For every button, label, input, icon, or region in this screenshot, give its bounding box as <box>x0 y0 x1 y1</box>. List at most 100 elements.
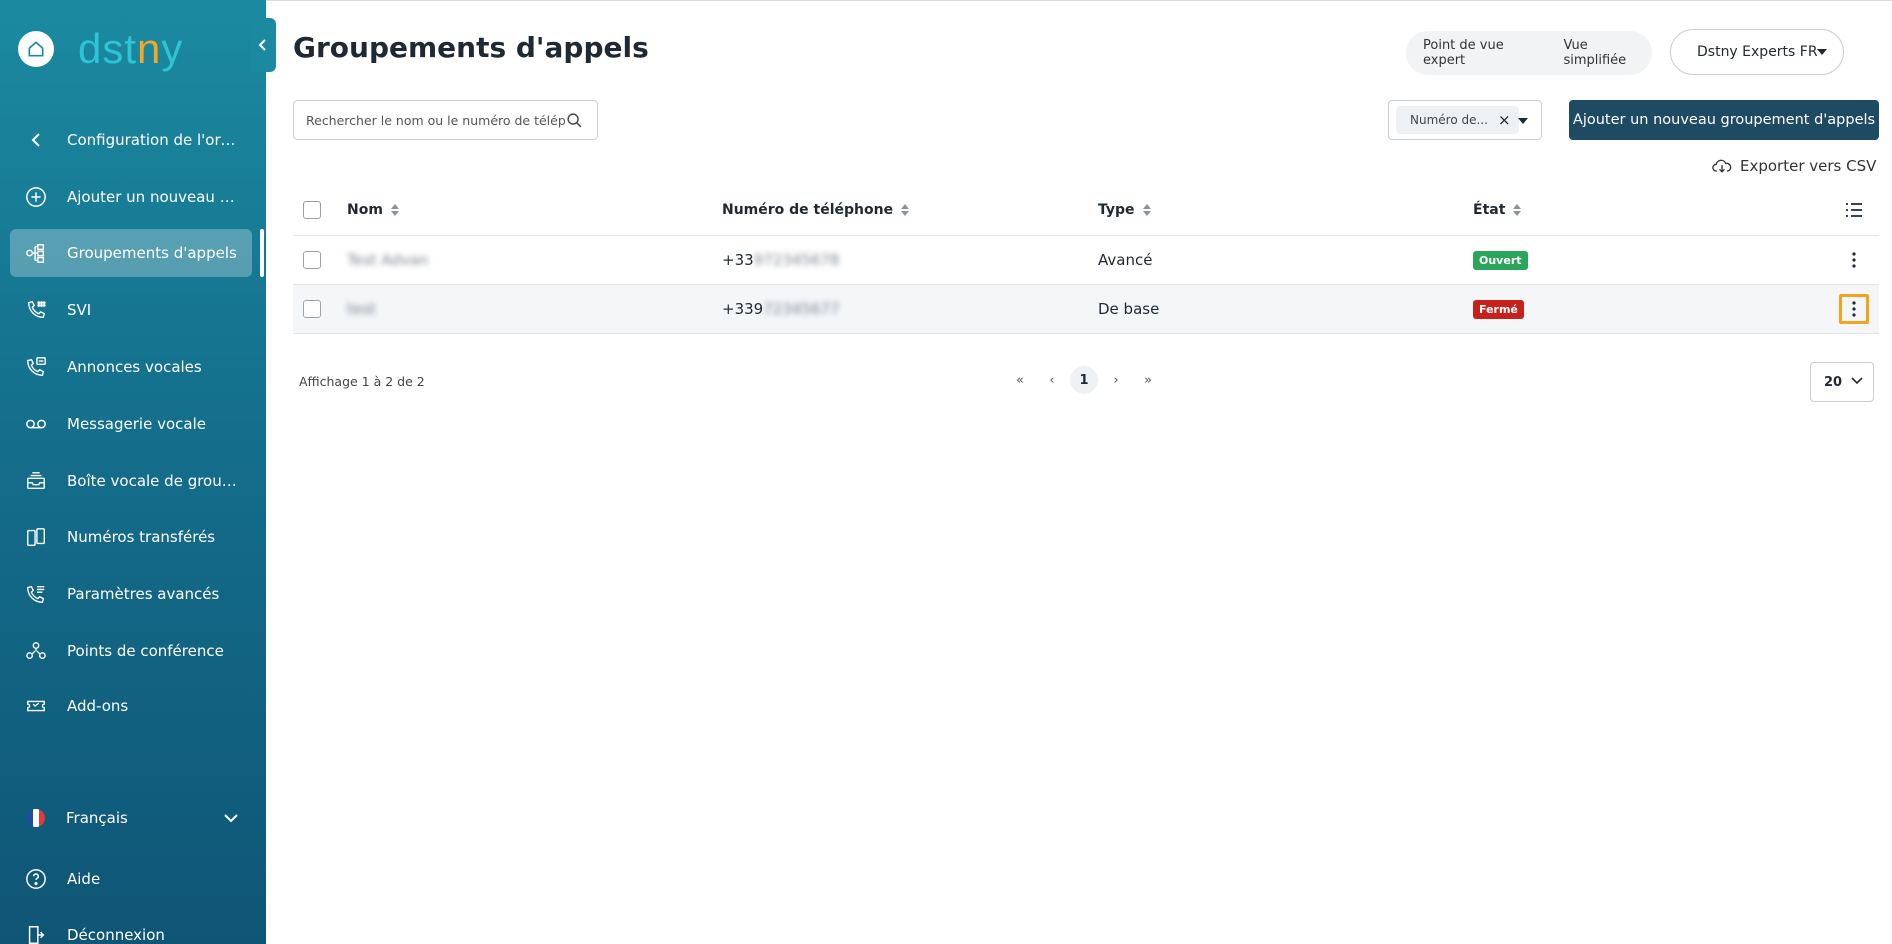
row-type: De base <box>1098 300 1160 318</box>
sidebar-item-voicemail[interactable]: Messagerie vocale <box>10 400 252 448</box>
phone-filter-select[interactable]: Numéro de... × <box>1388 100 1542 140</box>
row-actions-button-highlighted[interactable] <box>1839 294 1869 324</box>
row-type: Avancé <box>1098 251 1153 269</box>
list-settings-icon <box>1846 203 1862 217</box>
main-content: Groupements d'appels Point de vue expert… <box>266 0 1892 944</box>
logo-row: dstny <box>18 28 183 70</box>
sidebar-item-label: Numéros transférés <box>67 528 216 546</box>
caret-down-icon <box>1817 49 1827 55</box>
sort-icon <box>390 204 399 216</box>
page-1-button[interactable]: 1 <box>1070 366 1098 394</box>
sidebar-item-label: Points de conférence <box>67 642 224 660</box>
export-csv-label: Exporter vers CSV <box>1740 157 1877 175</box>
language-label: Français <box>66 809 128 827</box>
sidebar-item-advanced-settings[interactable]: Paramètres avancés <box>10 570 252 618</box>
transferred-numbers-icon <box>27 528 45 546</box>
organization-name: Dstny Experts FR <box>1697 44 1818 60</box>
column-header-type[interactable]: Type <box>1098 202 1151 218</box>
next-page-button[interactable]: › <box>1102 366 1130 394</box>
ivr-phone-icon <box>27 300 46 319</box>
sidebar-item-label: Configuration de l'org... <box>67 131 237 149</box>
search-input[interactable] <box>306 112 566 128</box>
status-badge: Ouvert <box>1473 250 1528 270</box>
language-selector[interactable]: Français <box>10 794 252 842</box>
filter-chip-label: Numéro de... <box>1410 113 1488 127</box>
filter-chip: Numéro de... × <box>1396 106 1519 134</box>
column-settings-button[interactable] <box>1839 195 1869 225</box>
chevron-left-icon <box>31 133 40 147</box>
view-mode-toggle: Point de vue expert Vue simplifiée <box>1406 31 1652 75</box>
sidebar-item-label: Ajouter un nouveau cli... <box>67 188 237 206</box>
sidebar-item-svi[interactable]: SVI <box>10 286 252 334</box>
row-phone-hidden: 72345677 <box>763 300 840 318</box>
active-indicator <box>260 229 264 277</box>
last-page-button[interactable]: » <box>1134 366 1162 394</box>
close-icon[interactable]: × <box>1498 111 1511 129</box>
row-actions-button[interactable] <box>1839 245 1869 275</box>
pagination: « ‹ 1 › » <box>1006 366 1162 394</box>
home-icon <box>28 41 44 57</box>
sidebar-item-label: Paramètres avancés <box>67 585 220 603</box>
call-groups-table: Nom Numéro de téléphone Type État Test A… <box>293 185 1879 334</box>
sidebar-item-label: Annonces vocales <box>67 358 202 376</box>
plus-circle-icon <box>26 187 46 207</box>
more-vertical-icon <box>1852 252 1856 268</box>
column-header-label: Type <box>1098 202 1135 218</box>
organization-select[interactable]: Dstny Experts FR <box>1670 29 1844 75</box>
sidebar-item-label: SVI <box>67 301 92 319</box>
row-checkbox[interactable] <box>303 300 321 318</box>
advanced-settings-icon <box>27 585 45 603</box>
first-page-button[interactable]: « <box>1006 366 1034 394</box>
conference-icon <box>26 642 46 660</box>
sidebar-item-label: Groupements d'appels <box>67 244 237 262</box>
prev-page-button[interactable]: ‹ <box>1038 366 1066 394</box>
search-box <box>293 100 598 140</box>
sidebar-item-logout[interactable]: Déconnexion <box>10 911 252 944</box>
sidebar-item-addons[interactable]: Add-ons <box>10 682 252 730</box>
search-icon[interactable] <box>566 112 583 129</box>
pagination-info: Affichage 1 à 2 de 2 <box>299 374 425 389</box>
france-flag-icon <box>27 809 45 827</box>
row-phone-prefix: +339 <box>722 300 764 318</box>
view-simple-option[interactable]: Vue simplifiée <box>1546 38 1652 68</box>
sidebar-item-conference-points[interactable]: Points de conférence <box>10 627 252 675</box>
row-name: Test Advan <box>347 251 429 269</box>
export-csv-button[interactable]: Exporter vers CSV <box>1712 157 1876 175</box>
row-phone-hidden: 972345678 <box>753 251 840 269</box>
add-call-group-button[interactable]: Ajouter un nouveau groupement d'appels <box>1569 100 1879 140</box>
help-icon <box>26 869 46 889</box>
sidebar-item-voice-announcements[interactable]: Annonces vocales <box>10 343 252 391</box>
rows-per-page-value: 20 <box>1824 374 1843 390</box>
more-vertical-icon <box>1852 301 1856 317</box>
addons-ticket-icon <box>27 700 45 712</box>
select-all-checkbox[interactable] <box>303 201 321 219</box>
sidebar-item-group-mailbox[interactable]: Boîte vocale de groupe <box>10 457 252 505</box>
table-row[interactable]: test +339 72345677 De base Fermé <box>293 285 1879 334</box>
column-header-phone[interactable]: Numéro de téléphone <box>722 202 910 218</box>
table-row[interactable]: Test Advan +33 972345678 Avancé Ouvert <box>293 236 1879 285</box>
page-title: Groupements d'appels <box>293 31 649 64</box>
table-header: Nom Numéro de téléphone Type État <box>293 185 1879 236</box>
dstny-logo: dstny <box>78 25 184 72</box>
sort-icon <box>901 204 910 216</box>
sidebar-item-call-groups[interactable]: Groupements d'appels <box>10 229 252 277</box>
column-header-label: État <box>1473 202 1506 218</box>
sidebar-item-add-client[interactable]: Ajouter un nouveau cli... <box>10 173 252 221</box>
call-group-icon <box>26 244 45 263</box>
sidebar-back-org-config[interactable]: Configuration de l'org... <box>10 116 252 164</box>
sidebar-item-help[interactable]: Aide <box>10 855 252 903</box>
status-badge: Fermé <box>1473 299 1524 319</box>
voice-announcement-icon <box>27 357 46 376</box>
row-checkbox[interactable] <box>303 251 321 269</box>
rows-per-page-select[interactable]: 20 <box>1810 362 1874 402</box>
home-button[interactable] <box>18 31 54 67</box>
sidebar-item-transferred-numbers[interactable]: Numéros transférés <box>10 513 252 561</box>
sidebar-item-label: Déconnexion <box>67 926 165 944</box>
view-expert-option[interactable]: Point de vue expert <box>1406 38 1546 68</box>
sidebar-item-label: Aide <box>67 870 101 888</box>
sidebar-item-label: Messagerie vocale <box>67 415 206 433</box>
column-header-name[interactable]: Nom <box>347 202 399 218</box>
column-header-state[interactable]: État <box>1473 202 1522 218</box>
column-header-label: Numéro de téléphone <box>722 202 894 218</box>
sort-icon <box>1142 204 1151 216</box>
